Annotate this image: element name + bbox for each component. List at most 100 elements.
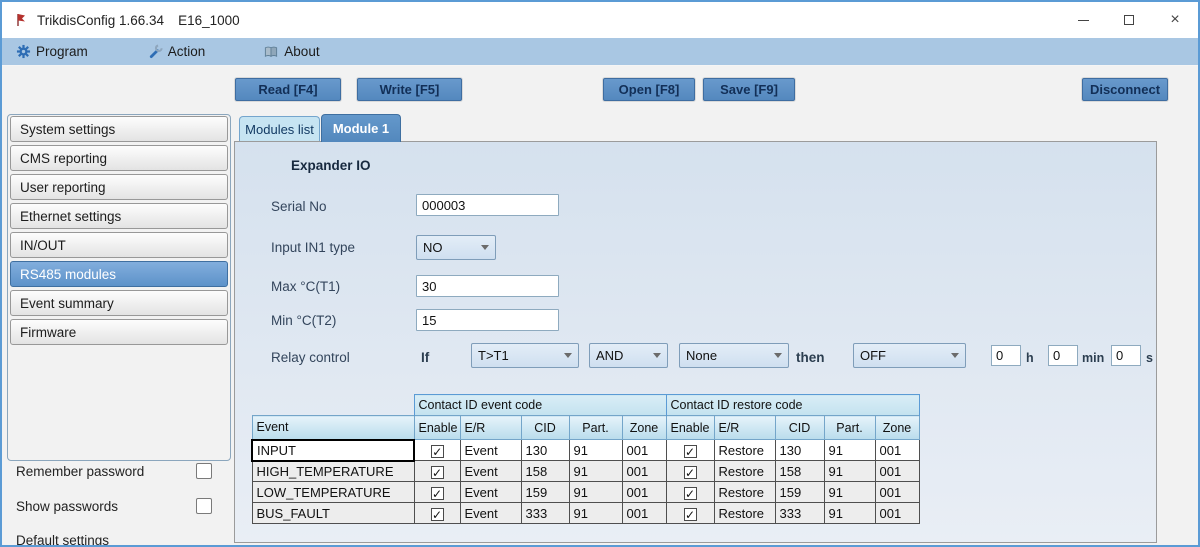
- sidebar-item-system-settings[interactable]: System settings: [10, 116, 228, 142]
- er-cell[interactable]: Restore: [714, 482, 775, 503]
- chevron-down-icon: [653, 353, 661, 358]
- checkbox-checked-icon[interactable]: ✓: [684, 487, 697, 500]
- er-cell[interactable]: Restore: [714, 461, 775, 482]
- zone-cell[interactable]: 001: [622, 482, 666, 503]
- sidebar-item-cms-reporting[interactable]: CMS reporting: [10, 145, 228, 171]
- read-button[interactable]: Read [F4]: [235, 78, 341, 101]
- part-cell[interactable]: 91: [569, 461, 622, 482]
- checkbox-checked-icon[interactable]: ✓: [684, 508, 697, 521]
- toolbar: Read [F4] Write [F5] Open [F8] Save [F9]…: [2, 67, 1198, 112]
- maximize-button[interactable]: [1106, 2, 1152, 38]
- part-cell[interactable]: 91: [569, 440, 622, 461]
- menu-action[interactable]: Action: [142, 38, 212, 65]
- cid-cell[interactable]: 130: [775, 440, 824, 461]
- save-button[interactable]: Save [F9]: [703, 78, 795, 101]
- checkbox-checked-icon[interactable]: ✓: [431, 508, 444, 521]
- remember-password-checkbox[interactable]: [196, 463, 212, 479]
- tab-modules-list[interactable]: Modules list: [239, 116, 320, 142]
- zone-cell[interactable]: 001: [622, 503, 666, 524]
- zone-cell[interactable]: 001: [875, 503, 919, 524]
- cid-cell[interactable]: 158: [775, 461, 824, 482]
- tab-module-1[interactable]: Module 1: [321, 114, 401, 142]
- max-temp-input[interactable]: [416, 275, 559, 297]
- enable-cell[interactable]: ✓: [666, 461, 714, 482]
- enable-cell[interactable]: ✓: [414, 482, 460, 503]
- checkbox-checked-icon[interactable]: ✓: [431, 466, 444, 479]
- enable-cell[interactable]: ✓: [414, 440, 460, 461]
- er-cell[interactable]: Event: [460, 440, 521, 461]
- part-cell[interactable]: 91: [569, 503, 622, 524]
- part-cell[interactable]: 91: [824, 461, 875, 482]
- show-passwords-checkbox[interactable]: [196, 498, 212, 514]
- part-cell[interactable]: 91: [824, 503, 875, 524]
- er-cell[interactable]: Restore: [714, 503, 775, 524]
- wrench-icon: [148, 44, 163, 59]
- relay-condition1-select[interactable]: T>T1: [471, 343, 579, 368]
- chevron-down-icon: [481, 245, 489, 250]
- cid-cell[interactable]: 158: [521, 461, 569, 482]
- event-name-cell[interactable]: LOW_TEMPERATURE: [252, 482, 414, 503]
- input-in1-type-select[interactable]: NO: [416, 235, 496, 260]
- zone-cell[interactable]: 001: [622, 461, 666, 482]
- close-icon: ×: [1170, 12, 1179, 28]
- zone-cell[interactable]: 001: [622, 440, 666, 461]
- table-row: INPUT ✓ Event 130 91 001 ✓ Restore 130 9…: [252, 440, 919, 461]
- sidebar-item-ethernet-settings[interactable]: Ethernet settings: [10, 203, 228, 229]
- er-cell[interactable]: Event: [460, 482, 521, 503]
- remember-password-label: Remember password: [16, 464, 144, 479]
- cid-cell[interactable]: 159: [521, 482, 569, 503]
- checkbox-checked-icon[interactable]: ✓: [431, 487, 444, 500]
- minimize-icon: [1078, 20, 1089, 21]
- zone-cell[interactable]: 001: [875, 440, 919, 461]
- sidebar-item-in-out[interactable]: IN/OUT: [10, 232, 228, 258]
- event-name-cell[interactable]: BUS_FAULT: [252, 503, 414, 524]
- zone-cell[interactable]: 001: [875, 482, 919, 503]
- open-button[interactable]: Open [F8]: [603, 78, 695, 101]
- relay-operator-select[interactable]: AND: [589, 343, 668, 368]
- relay-condition2-select[interactable]: None: [679, 343, 789, 368]
- relay-minutes-input[interactable]: [1048, 345, 1078, 366]
- sidebar-item-rs485-modules[interactable]: RS485 modules: [10, 261, 228, 287]
- cid-cell[interactable]: 130: [521, 440, 569, 461]
- checkbox-checked-icon[interactable]: ✓: [684, 466, 697, 479]
- minimize-button[interactable]: [1060, 2, 1106, 38]
- sidebar-item-user-reporting[interactable]: User reporting: [10, 174, 228, 200]
- enable-cell[interactable]: ✓: [414, 503, 460, 524]
- checkbox-checked-icon[interactable]: ✓: [431, 445, 444, 458]
- part-cell[interactable]: 91: [569, 482, 622, 503]
- zone-cell[interactable]: 001: [875, 461, 919, 482]
- relay-hours-input[interactable]: [991, 345, 1021, 366]
- er-cell[interactable]: Event: [460, 461, 521, 482]
- event-name-cell[interactable]: HIGH_TEMPERATURE: [252, 461, 414, 482]
- checkbox-checked-icon[interactable]: ✓: [684, 445, 697, 458]
- enable-cell[interactable]: ✓: [414, 461, 460, 482]
- disconnect-button[interactable]: Disconnect: [1082, 78, 1168, 101]
- col-zone: Zone: [622, 416, 666, 440]
- event-name-cell[interactable]: INPUT: [252, 440, 414, 461]
- sidebar-item-label: Firmware: [20, 325, 76, 340]
- col-enable-2: Enable: [666, 416, 714, 440]
- min-temp-input[interactable]: [416, 309, 559, 331]
- cid-cell[interactable]: 159: [775, 482, 824, 503]
- cid-cell[interactable]: 333: [775, 503, 824, 524]
- serial-no-input[interactable]: [416, 194, 559, 216]
- enable-cell[interactable]: ✓: [666, 482, 714, 503]
- enable-cell[interactable]: ✓: [666, 440, 714, 461]
- cid-cell[interactable]: 333: [521, 503, 569, 524]
- sidebar-item-firmware[interactable]: Firmware: [10, 319, 228, 345]
- part-cell[interactable]: 91: [824, 440, 875, 461]
- relay-seconds-input[interactable]: [1111, 345, 1141, 366]
- window-controls: ×: [1060, 2, 1198, 38]
- close-button[interactable]: ×: [1152, 2, 1198, 38]
- default-settings-label[interactable]: Default settings: [16, 533, 109, 547]
- write-button[interactable]: Write [F5]: [357, 78, 462, 101]
- relay-action-select[interactable]: OFF: [853, 343, 966, 368]
- enable-cell[interactable]: ✓: [666, 503, 714, 524]
- menu-about[interactable]: About: [257, 38, 325, 65]
- er-cell[interactable]: Restore: [714, 440, 775, 461]
- menu-program[interactable]: Program: [10, 38, 94, 65]
- er-cell[interactable]: Event: [460, 503, 521, 524]
- col-part: Part.: [569, 416, 622, 440]
- sidebar-item-event-summary[interactable]: Event summary: [10, 290, 228, 316]
- part-cell[interactable]: 91: [824, 482, 875, 503]
